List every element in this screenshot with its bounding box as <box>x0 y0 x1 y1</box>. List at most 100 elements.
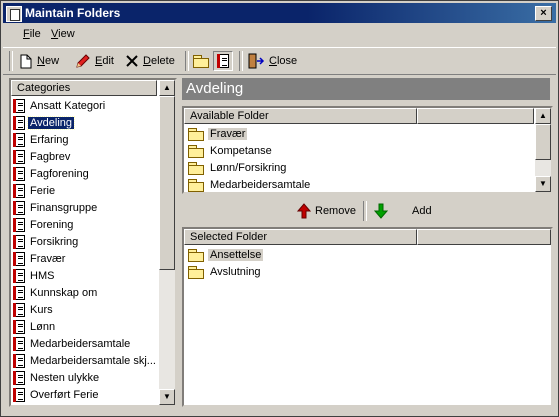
category-item[interactable]: Nesten ulykke <box>13 369 101 386</box>
selected-folder-header-extra[interactable] <box>417 229 551 245</box>
category-item[interactable]: Fagbrev <box>13 148 72 165</box>
category-item[interactable]: Overført Ferie <box>13 386 100 403</box>
door-exit-icon <box>248 53 265 69</box>
document-icon <box>13 353 25 368</box>
delete-button[interactable]: Delete <box>125 51 175 71</box>
categories-header[interactable]: Categories <box>11 80 157 96</box>
category-label: Fravær <box>30 252 66 265</box>
category-label: Kunnskap om <box>30 286 98 299</box>
list-view-button[interactable] <box>213 51 233 71</box>
category-item[interactable]: Kurs <box>13 301 55 318</box>
category-item[interactable]: Avdeling <box>13 114 75 131</box>
scroll-down-arrow-icon[interactable]: ▼ <box>535 176 551 192</box>
menu-view[interactable]: View <box>51 28 75 40</box>
category-item[interactable]: Ferie <box>13 182 57 199</box>
category-label: Medarbeidersamtale <box>30 337 131 350</box>
new-button[interactable]: New <box>19 51 59 71</box>
document-icon <box>13 268 25 283</box>
category-label: Avdeling <box>27 115 75 130</box>
document-icon <box>13 166 25 181</box>
available-folder-label: Kompetanse <box>210 144 272 157</box>
document-icon <box>13 200 25 215</box>
category-item[interactable]: Forsikring <box>13 233 80 250</box>
selected-folder-item[interactable]: Ansettelse <box>188 246 264 263</box>
category-item[interactable]: HMS <box>13 267 56 284</box>
toolbar-separator-2 <box>239 51 243 71</box>
document-icon <box>13 183 25 198</box>
category-label: Forening <box>30 218 74 231</box>
scroll-up-arrow-icon[interactable]: ▲ <box>159 80 175 96</box>
toolbar-separator <box>185 51 189 71</box>
toolbar-grip <box>9 51 13 71</box>
scrollbar-thumb[interactable] <box>535 124 551 160</box>
document-icon <box>13 370 25 385</box>
edit-button-label: Edit <box>95 55 114 67</box>
available-folder-header-extra[interactable] <box>417 108 534 124</box>
category-label: Ansatt Kategori <box>30 99 106 112</box>
category-item[interactable]: Kunnskap om <box>13 284 99 301</box>
selected-folder-item[interactable]: Avslutning <box>188 263 263 280</box>
action-separator <box>363 201 367 221</box>
scrollbar-thumb[interactable] <box>159 96 175 270</box>
document-icon <box>13 115 25 130</box>
category-item[interactable]: Fravær <box>13 250 67 267</box>
detail-title: Avdeling <box>182 78 550 100</box>
selected-folder-header[interactable]: Selected Folder <box>184 229 417 245</box>
add-button-label: Add <box>412 205 432 217</box>
available-folder-item[interactable]: Kompetanse <box>188 142 274 159</box>
category-item[interactable]: Ansatt Kategori <box>13 97 107 114</box>
category-label: Nesten ulykke <box>30 371 100 384</box>
categories-list[interactable]: Categories Ansatt Kategori Avdeling Erfari… <box>9 78 177 407</box>
category-item[interactable]: Forening <box>13 216 75 233</box>
category-item[interactable]: Erfaring <box>13 131 71 148</box>
scroll-up-arrow-icon[interactable]: ▲ <box>535 108 551 124</box>
available-folder-item[interactable]: Fravær <box>188 125 248 142</box>
available-scrollbar[interactable]: ▲ ▼ <box>535 108 551 192</box>
scroll-down-arrow-icon[interactable]: ▼ <box>159 389 175 405</box>
document-icon <box>13 302 25 317</box>
document-icon <box>13 217 25 232</box>
add-arrow-button[interactable] <box>374 201 388 221</box>
category-item[interactable]: Medarbeidersamtale skj... <box>13 352 158 369</box>
category-label: Lønn <box>30 320 56 333</box>
selected-folder-label: Avslutning <box>210 265 261 278</box>
document-icon <box>13 251 25 266</box>
document-icon <box>13 319 25 334</box>
category-item[interactable]: Lønn <box>13 318 57 335</box>
x-delete-icon <box>126 55 138 67</box>
category-label: HMS <box>30 269 55 282</box>
selected-folder-list[interactable]: Selected Folder Ansettelse Avslutning <box>182 227 553 407</box>
category-label: Kurs <box>30 303 53 316</box>
available-folder-label: Medarbeidersamtale <box>210 178 311 191</box>
available-folder-label: Fravær <box>208 127 248 140</box>
category-item[interactable]: Fagforening <box>13 165 91 182</box>
document-icon <box>13 285 25 300</box>
category-item[interactable]: Finansgruppe <box>13 199 99 216</box>
toolbar: New Edit Delete Close <box>3 47 556 75</box>
up-arrow-icon <box>297 203 311 219</box>
menu-bar: File View <box>3 25 556 45</box>
available-folder-list[interactable]: Available Folder Fravær Kompetanse Lønn/Fo… <box>182 106 553 194</box>
available-folder-item[interactable]: Medarbeidersamtale <box>188 176 312 192</box>
available-folder-header[interactable]: Available Folder <box>184 108 417 124</box>
folder-icon <box>188 161 204 175</box>
folder-view-button[interactable] <box>193 51 209 71</box>
category-label: Ferie <box>30 184 56 197</box>
selected-folder-label: Ansettelse <box>208 248 264 261</box>
edit-button[interactable]: Edit <box>75 51 114 71</box>
available-folder-item[interactable]: Lønn/Forsikring <box>188 159 288 176</box>
folder-icon <box>188 127 204 141</box>
remove-button[interactable]: Remove <box>297 201 356 221</box>
folder-icon <box>188 144 204 158</box>
close-button[interactable]: Close <box>247 51 297 71</box>
new-document-icon <box>20 54 32 68</box>
menu-file[interactable]: File <box>23 28 41 40</box>
add-button[interactable]: Add <box>412 201 432 221</box>
app-icon <box>6 6 22 22</box>
title-bar: Maintain Folders × <box>3 3 556 23</box>
down-arrow-icon <box>374 203 388 219</box>
category-item[interactable]: Medarbeidersamtale <box>13 335 132 352</box>
category-label: Erfaring <box>30 133 69 146</box>
window-close-button[interactable]: × <box>535 6 552 21</box>
categories-scrollbar[interactable]: ▲ ▼ <box>159 80 175 405</box>
